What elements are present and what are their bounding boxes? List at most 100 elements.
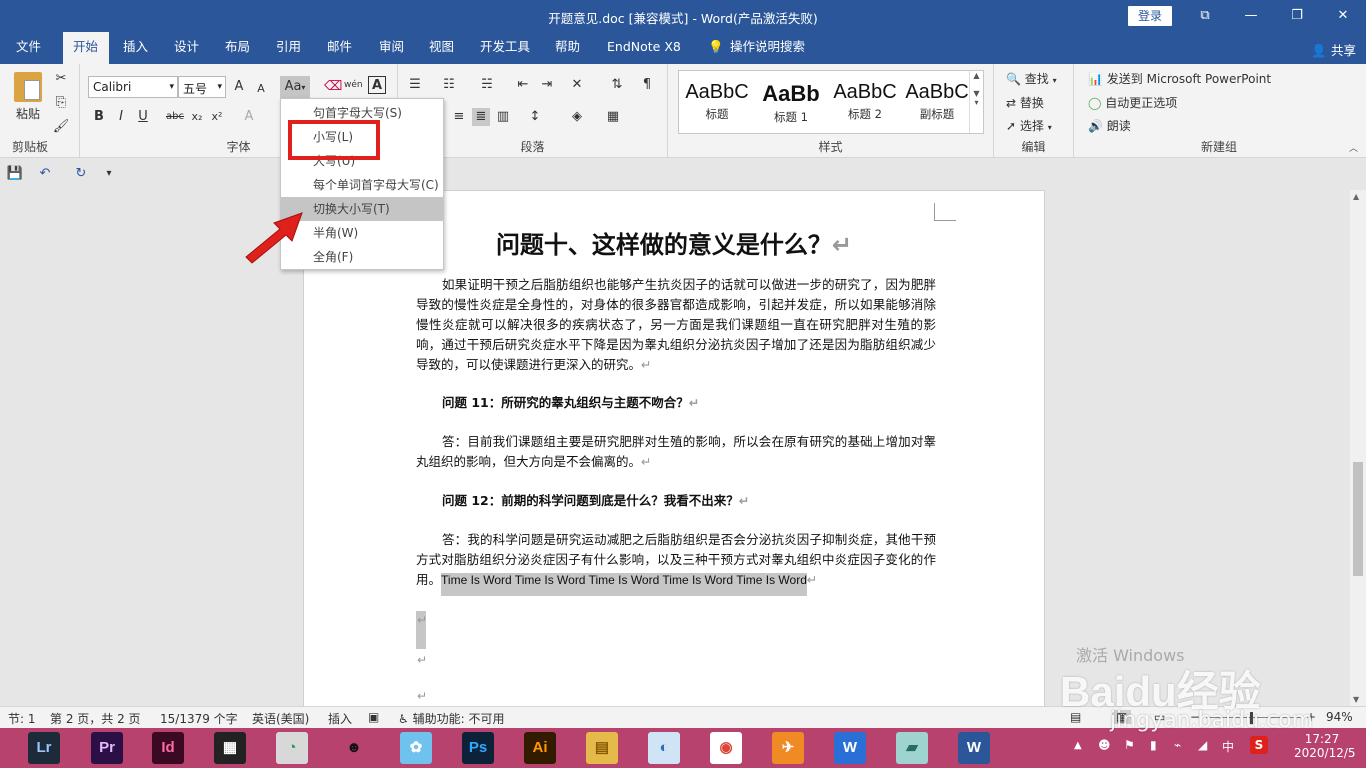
wifi-icon[interactable]: ◢ (1198, 738, 1207, 752)
collapse-ribbon-icon[interactable]: ︿ (1349, 141, 1358, 154)
section-indicator[interactable]: 节: 1 (8, 710, 36, 727)
ribbon-display-icon[interactable]: ⧉ (1182, 0, 1228, 32)
superscript-button[interactable]: x² (208, 108, 226, 126)
taskbar-app-1[interactable]: Pr (91, 732, 123, 764)
copy-icon[interactable]: ⎘ (52, 94, 70, 112)
select-button[interactable]: ➚ 选择 ▾ (1006, 117, 1052, 134)
distributed-icon[interactable]: ▥ (494, 108, 512, 126)
italic-button[interactable]: I (112, 108, 130, 126)
replace-button[interactable]: ⇄ 替换 (1006, 94, 1044, 111)
close-button[interactable]: ✕ (1320, 0, 1366, 32)
style-heading1[interactable]: AaBb 标题 1 (755, 71, 827, 133)
numbering-icon[interactable]: ☷ (440, 76, 458, 94)
word-count[interactable]: 15/1379 个字 (160, 710, 238, 727)
macro-record-icon[interactable]: ▣ (368, 710, 379, 724)
battery-icon[interactable]: ▮ (1150, 738, 1157, 752)
text-effects-icon[interactable]: A (240, 108, 258, 126)
taskbar-app-15[interactable]: W (958, 732, 990, 764)
chinese-layout-icon[interactable]: ✕ (568, 76, 586, 94)
bullets-icon[interactable]: ☰ (406, 76, 424, 94)
login-button[interactable]: 登录 (1128, 6, 1172, 26)
phonetic-guide-icon[interactable]: wén (344, 76, 363, 94)
find-button[interactable]: 🔍 查找 ▾ (1006, 70, 1057, 87)
styles-scroll[interactable]: ▲ ▼ ▾ (969, 71, 983, 133)
scroll-up-icon[interactable]: ▲ (1353, 192, 1359, 201)
send-to-ppt-button[interactable]: 📊 发送到 Microsoft PowerPoint (1088, 70, 1271, 87)
ime-indicator[interactable]: 中 (1222, 738, 1234, 755)
bold-button[interactable]: B (90, 108, 108, 126)
tab-file[interactable]: 文件 (6, 32, 51, 64)
tab-insert[interactable]: 插入 (113, 32, 158, 64)
style-title[interactable]: AaBbC 标题 (681, 71, 753, 133)
tab-layout[interactable]: 布局 (215, 32, 260, 64)
change-case-button[interactable]: Aa▾ (280, 76, 310, 98)
autocorrect-button[interactable]: ◯ 自动更正选项 (1088, 94, 1177, 111)
multilevel-list-icon[interactable]: ☵ (478, 76, 496, 94)
char-border-icon[interactable]: A (368, 76, 386, 94)
taskbar-app-12[interactable]: ✈ (772, 732, 804, 764)
share-button[interactable]: 👤 共享 (1311, 40, 1356, 59)
redo-icon[interactable]: ↻ (72, 165, 90, 183)
tab-home[interactable]: 开始 (63, 32, 109, 64)
align-right-icon[interactable]: ≡ (450, 108, 468, 126)
tab-references[interactable]: 引用 (266, 32, 311, 64)
tab-design[interactable]: 设计 (164, 32, 209, 64)
scroll-down-icon[interactable]: ▼ (1353, 695, 1359, 704)
tab-view[interactable]: 视图 (419, 32, 464, 64)
tab-help[interactable]: 帮助 (545, 32, 590, 64)
line-spacing-icon[interactable]: ↕ (526, 108, 544, 126)
taskbar-app-7[interactable]: Ps (462, 732, 494, 764)
tab-tell-me[interactable]: 💡 操作说明搜索 (704, 32, 815, 64)
cut-icon[interactable]: ✂ (52, 70, 70, 88)
taskbar-app-14[interactable]: ▰ (896, 732, 928, 764)
style-heading2[interactable]: AaBbC 标题 2 (829, 71, 901, 133)
network-icon[interactable]: ⚑ (1124, 738, 1135, 752)
tab-developer[interactable]: 开发工具 (470, 32, 540, 64)
shrink-font-icon[interactable]: A (252, 80, 270, 98)
subscript-button[interactable]: x₂ (188, 108, 206, 126)
grow-font-icon[interactable]: A (230, 78, 248, 96)
decrease-indent-icon[interactable]: ⇤ (514, 76, 532, 94)
clear-format-icon[interactable]: ⌫ (324, 78, 342, 96)
taskbar-app-4[interactable]: ◔ (276, 732, 308, 764)
taskbar-app-8[interactable]: Ai (524, 732, 556, 764)
read-aloud-button[interactable]: 🔊 朗读 (1088, 117, 1131, 134)
font-name-box[interactable]: Calibri ▾ (88, 76, 178, 98)
tray-expand-icon[interactable]: ▲ (1074, 740, 1082, 751)
selected-text[interactable]: Time Is Word Time Is Word Time Is Word T… (441, 573, 807, 596)
taskbar-app-11[interactable]: ◉ (710, 732, 742, 764)
sort-icon[interactable]: ⇅ (608, 76, 626, 94)
language-indicator[interactable]: 英语(美国) (252, 710, 309, 727)
minimize-button[interactable]: — (1228, 0, 1274, 32)
undo-icon[interactable]: ↶ (36, 165, 54, 183)
accessibility-status[interactable]: ♿ 辅助功能: 不可用 (398, 710, 504, 727)
justify-icon[interactable]: ≣ (472, 108, 490, 126)
taskbar-app-3[interactable]: ▦ (214, 732, 246, 764)
font-size-box[interactable]: 五号 ▾ (178, 76, 226, 98)
tab-endnote[interactable]: EndNote X8 (597, 32, 691, 64)
scroll-thumb[interactable] (1353, 462, 1363, 576)
strikethrough-button[interactable]: abc (166, 108, 184, 126)
tab-review[interactable]: 审阅 (369, 32, 414, 64)
taskbar-app-6[interactable]: ✿ (400, 732, 432, 764)
taskbar-app-10[interactable]: ◐ (648, 732, 680, 764)
vertical-scrollbar[interactable]: ▲ ▼ (1350, 190, 1366, 706)
show-marks-icon[interactable]: ¶ (638, 76, 656, 94)
save-icon[interactable]: 💾 (6, 165, 24, 183)
taskbar-app-2[interactable]: Id (152, 732, 184, 764)
style-subtitle[interactable]: AaBbC 副标题 (901, 71, 973, 133)
borders-icon[interactable]: ▦ (604, 108, 622, 126)
shading-icon[interactable]: ◈ (568, 108, 586, 126)
underline-button[interactable]: U (134, 108, 152, 126)
menu-capitalize-each-word[interactable]: 每个单词首字母大写(C) (281, 173, 443, 197)
format-painter-icon[interactable]: 🖌 (52, 118, 70, 136)
increase-indent-icon[interactable]: ⇥ (538, 76, 556, 94)
taskbar-app-5[interactable]: ☻ (338, 732, 370, 764)
taskbar-app-0[interactable]: Lr (28, 732, 60, 764)
customize-qat-icon[interactable]: ▾ (100, 165, 118, 183)
paste-button[interactable]: 粘贴 (10, 70, 46, 134)
taskbar-app-13[interactable]: W (834, 732, 866, 764)
taskbar-app-9[interactable]: ▤ (586, 732, 618, 764)
insert-mode[interactable]: 插入 (328, 710, 352, 727)
qq-tray-icon[interactable]: ☻ (1098, 738, 1111, 752)
